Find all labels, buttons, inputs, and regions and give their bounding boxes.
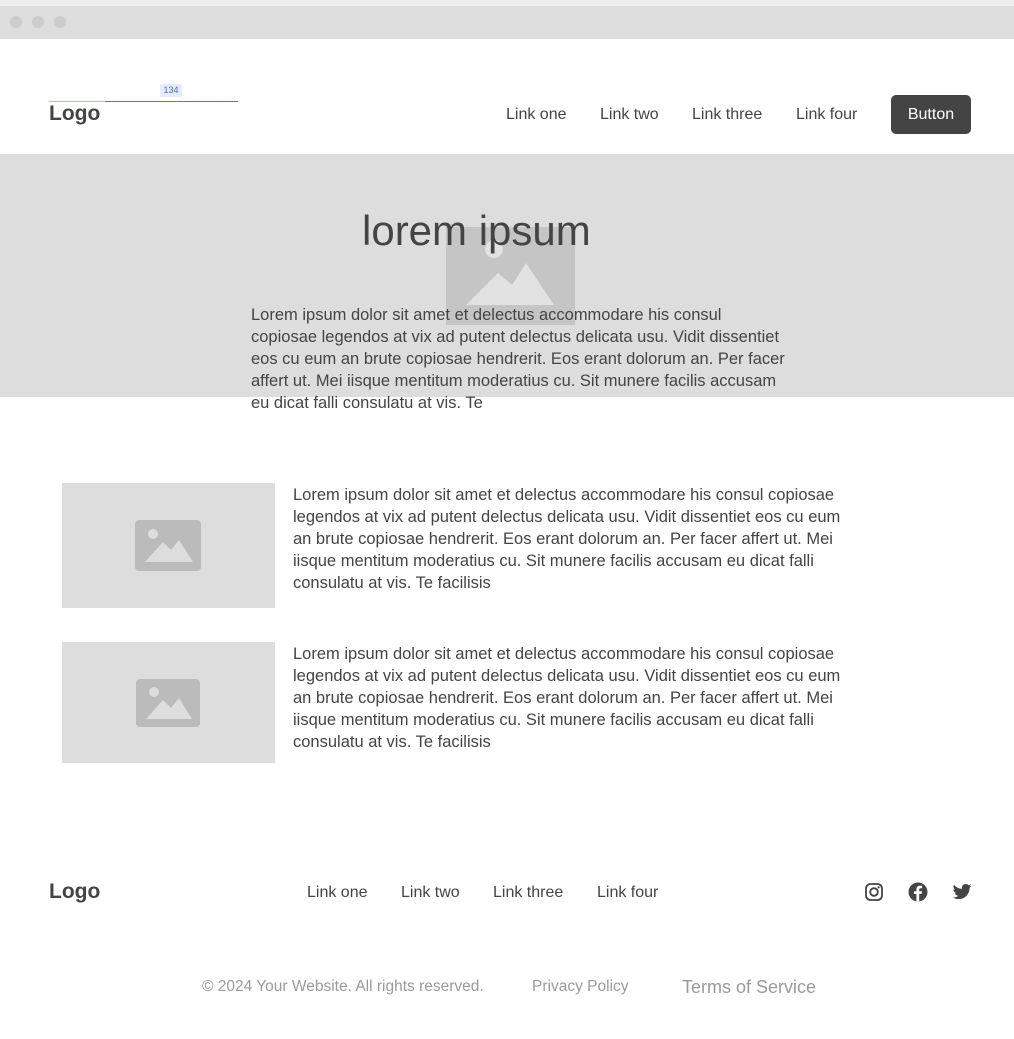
hero-paragraph: Lorem ipsum dolor sit amet et delectus a… [251,306,785,412]
footer-logo[interactable]: Logo [49,880,100,904]
terms-of-service-link[interactable]: Terms of Service [682,977,816,998]
feature-text: Lorem ipsum dolor sit amet et delectus a… [293,486,841,592]
window-minimize-dot[interactable] [32,16,44,28]
window-close-dot[interactable] [10,16,22,28]
footer-nav-link-four[interactable]: Link four [597,884,658,902]
window-zoom-dot[interactable] [54,16,66,28]
header-nav-link-one[interactable]: Link one [506,106,567,124]
privacy-policy-link[interactable]: Privacy Policy [532,978,628,996]
header-nav-link-two[interactable]: Link two [600,106,659,124]
twitter-icon[interactable] [951,881,973,903]
header-nav-link-four[interactable]: Link four [796,106,857,124]
footer-nav-link-three[interactable]: Link three [493,884,563,902]
feature-image-placeholder [62,483,275,608]
header-logo[interactable]: Logo [49,102,100,126]
measure-guide-line [49,101,105,102]
header-nav-link-three[interactable]: Link three [692,106,762,124]
image-placeholder-icon [136,679,200,727]
measure-label: 134 [160,84,182,97]
copyright-text: © 2024 Your Website. All rights reserved… [202,978,484,995]
facebook-icon[interactable] [907,881,929,903]
instagram-icon[interactable] [863,881,885,903]
header-cta-button[interactable]: Button [891,95,971,134]
feature-image-placeholder [62,642,275,763]
hero-title: lorem ipsum [362,207,591,254]
feature-text: Lorem ipsum dolor sit amet et delectus a… [293,645,841,751]
footer-nav-link-two[interactable]: Link two [401,884,460,902]
measure-line [105,101,238,102]
image-placeholder-icon [135,520,201,571]
window-title-bar [0,6,1014,39]
footer-nav-link-one[interactable]: Link one [307,884,368,902]
